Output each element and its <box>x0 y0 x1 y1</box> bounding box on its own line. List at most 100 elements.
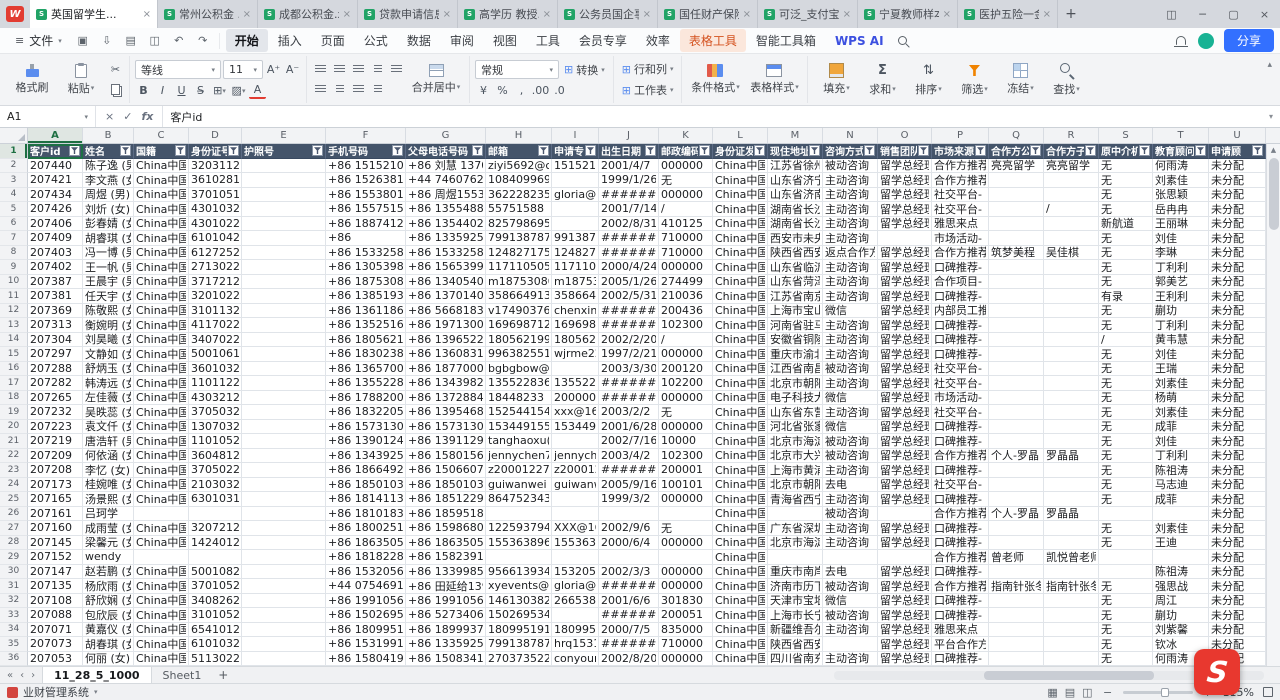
collapse-ribbon-icon[interactable]: ▴ <box>1263 56 1276 103</box>
scroll-up-icon[interactable]: ▲ <box>1271 144 1276 156</box>
notification-bell-icon[interactable] <box>1176 36 1186 45</box>
cell[interactable]: 99138787 <box>552 231 599 246</box>
cell[interactable]: 留学总经理 <box>878 637 932 652</box>
cell[interactable]: 张思颖 <box>1153 188 1209 203</box>
header-cell[interactable]: 销售团队 <box>878 144 932 159</box>
cell[interactable]: China中国 <box>713 478 768 493</box>
file-tab[interactable]: S常州公积金 .xlsx× <box>158 0 258 28</box>
cell[interactable]: z20001227( <box>552 463 599 478</box>
cell[interactable]: 成菲 <box>1153 420 1209 435</box>
cell[interactable]: +86 1370140948 <box>406 289 486 304</box>
row-number[interactable]: 27 <box>0 521 28 536</box>
cell[interactable]: 1525441545 <box>486 405 552 420</box>
cell[interactable]: +86 15575158 <box>326 202 406 217</box>
cell[interactable]: 四川省南充 <box>768 652 823 667</box>
cell[interactable]: 任天宇 (女 <box>83 289 134 304</box>
cell[interactable] <box>1044 231 1099 246</box>
header-cell[interactable]: 父母电话号码 <box>406 144 486 159</box>
column-header-O[interactable]: O <box>878 128 932 143</box>
cell[interactable]: 000000 <box>659 565 713 580</box>
cell[interactable]: 000000 <box>659 260 713 275</box>
cell[interactable]: 黄嘉仪 (女 <box>83 623 134 638</box>
cell[interactable] <box>242 434 326 449</box>
cell[interactable] <box>989 405 1044 420</box>
cell[interactable]: +86 田延给13954 <box>406 579 486 594</box>
cell[interactable] <box>1044 173 1099 188</box>
cell[interactable]: 未分配 <box>1209 202 1266 217</box>
cell[interactable]: 吴佳棋 <box>1044 246 1099 261</box>
header-cell[interactable]: 护照号 <box>242 144 326 159</box>
close-tab-icon[interactable]: × <box>1043 9 1051 20</box>
cell[interactable]: China中国 <box>134 275 189 290</box>
cell[interactable]: 口碑推荐- <box>932 318 989 333</box>
cut-icon[interactable]: ✂ <box>107 61 124 78</box>
cell[interactable]: 500108200203035125 <box>189 565 242 580</box>
cell[interactable]: 黄韦慧 <box>1153 333 1209 348</box>
menu-item[interactable]: 审阅 <box>441 29 483 52</box>
cell[interactable]: 207053 <box>28 652 83 667</box>
cell[interactable]: 207147 <box>28 565 83 580</box>
cell[interactable]: 1534491551 <box>486 420 552 435</box>
cell[interactable] <box>989 275 1044 290</box>
cell[interactable]: 未分配 <box>1209 521 1266 536</box>
cell[interactable]: 无 <box>659 173 713 188</box>
cell[interactable] <box>1153 550 1209 565</box>
align-top-icon[interactable] <box>312 61 329 78</box>
cell[interactable]: 207403 <box>28 246 83 261</box>
cell[interactable]: +86 18664925 <box>326 463 406 478</box>
cell[interactable]: China中国 <box>713 536 768 551</box>
row-number[interactable]: 3 <box>0 173 28 188</box>
cell[interactable]: +86 1372884680 <box>406 391 486 406</box>
cell[interactable]: 无 <box>1099 420 1153 435</box>
cell[interactable] <box>599 550 659 565</box>
cell[interactable] <box>1044 217 1099 232</box>
cell[interactable]: 左佳薇 (女 <box>83 391 134 406</box>
cell[interactable]: 口碑推荐- <box>932 521 989 536</box>
cell[interactable]: 丁利利 <box>1153 318 1209 333</box>
cell[interactable]: 无 <box>1099 260 1153 275</box>
row-number[interactable]: 10 <box>0 275 28 290</box>
cell[interactable] <box>242 173 326 188</box>
cell[interactable]: 口碑推荐- <box>932 333 989 348</box>
cell[interactable]: 济南市历下 <box>768 579 823 594</box>
cell[interactable] <box>1044 637 1099 652</box>
cell[interactable]: +86 1899937166 <box>406 623 486 638</box>
cell[interactable]: 韩涛远 (女 <box>83 376 134 391</box>
cell[interactable] <box>1044 405 1099 420</box>
cell[interactable]: China中国 <box>713 637 768 652</box>
cell[interactable]: 个人-罗晶 <box>989 449 1044 464</box>
cell[interactable] <box>1044 391 1099 406</box>
cell[interactable]: 个人-罗晶 <box>989 507 1044 522</box>
cell[interactable] <box>1044 289 1099 304</box>
cell[interactable]: 内部员工推荐 <box>932 304 989 319</box>
cell[interactable]: 207071 <box>28 623 83 638</box>
cell[interactable]: 未分配 <box>1209 347 1266 362</box>
cell[interactable]: 155363896 <box>552 536 599 551</box>
cell[interactable]: +86 13611860 <box>326 304 406 319</box>
cell[interactable]: 207223 <box>28 420 83 435</box>
cell[interactable]: 主动咨询 <box>823 492 878 507</box>
cell[interactable]: 亮亮留学 <box>989 159 1044 174</box>
cell[interactable]: 无 <box>1099 637 1153 652</box>
cell[interactable]: +86 15731301 <box>326 420 406 435</box>
cell[interactable]: 留学总经理 <box>878 333 932 348</box>
cell[interactable]: 社交平台- <box>932 188 989 203</box>
file-tab[interactable]: S英国留学生...× <box>30 0 158 28</box>
cell[interactable]: China中国 <box>713 565 768 580</box>
filter-dropdown-icon[interactable] <box>918 145 929 156</box>
cell[interactable]: ######## <box>599 318 659 333</box>
cell[interactable]: 1997/2/21 <box>599 347 659 362</box>
cell[interactable]: 被动咨询 <box>823 434 878 449</box>
cell[interactable]: 无 <box>1099 231 1153 246</box>
cell[interactable] <box>989 304 1044 319</box>
cell[interactable]: 825798695XXX@163.c <box>486 217 552 232</box>
cell[interactable]: 主动咨询 <box>823 405 878 420</box>
cell[interactable]: 合作方推荐 <box>932 507 989 522</box>
cell[interactable]: 151521001 <box>552 159 599 174</box>
cell[interactable]: China中国 <box>134 159 189 174</box>
cell[interactable] <box>242 492 326 507</box>
cell[interactable]: 合作方推荐 <box>932 159 989 174</box>
print-icon[interactable]: ▤ <box>123 33 139 49</box>
cell[interactable]: 未分配 <box>1209 594 1266 609</box>
cell[interactable]: 207145 <box>28 536 83 551</box>
